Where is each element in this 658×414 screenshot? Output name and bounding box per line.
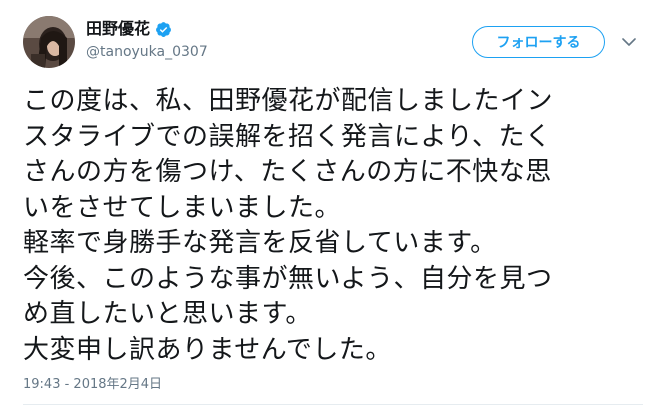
user-handle[interactable]: @tanoyuka_0307 bbox=[86, 43, 208, 61]
tweet-text-line: 大変申し訳ありませんでした。 bbox=[23, 334, 392, 365]
tweet-text-line: 今後、このような事が無いよう、自分を見つ bbox=[23, 263, 553, 294]
user-name-row: 田野優花 bbox=[86, 19, 172, 39]
display-name[interactable]: 田野優花 bbox=[86, 19, 150, 39]
tweet-text: この度は、私、田野優花が配信しましたイン スタライブでの誤解を招く発言により、た… bbox=[23, 84, 643, 368]
tweet-timestamp[interactable]: 19:43 - 2018年2月4日 bbox=[23, 376, 162, 394]
verified-badge-icon bbox=[155, 21, 172, 38]
tweet-text-line: いをさせてしまいました。 bbox=[23, 192, 342, 223]
chevron-down-icon bbox=[622, 37, 636, 46]
avatar[interactable] bbox=[23, 16, 75, 68]
divider bbox=[23, 404, 643, 405]
avatar-image bbox=[23, 16, 75, 68]
tweet-text-line: さんの方を傷つけ、たくさんの方に不快な思 bbox=[23, 157, 552, 187]
tweet-card: 田野優花 @tanoyuka_0307 フォローする この度は、私、田野優花が配… bbox=[0, 0, 658, 414]
tweet-text-line: め直したいと思います。 bbox=[23, 299, 312, 329]
tweet-text-line: この度は、私、田野優花が配信しましたイン bbox=[23, 86, 554, 116]
tweet-menu-button[interactable] bbox=[620, 33, 638, 51]
tweet-text-line: スタライブでの誤解を招く発言により、たく bbox=[23, 121, 552, 152]
tweet-text-line: 軽率で身勝手な発言を反省しています。 bbox=[23, 228, 497, 258]
follow-button[interactable]: フォローする bbox=[472, 26, 605, 58]
